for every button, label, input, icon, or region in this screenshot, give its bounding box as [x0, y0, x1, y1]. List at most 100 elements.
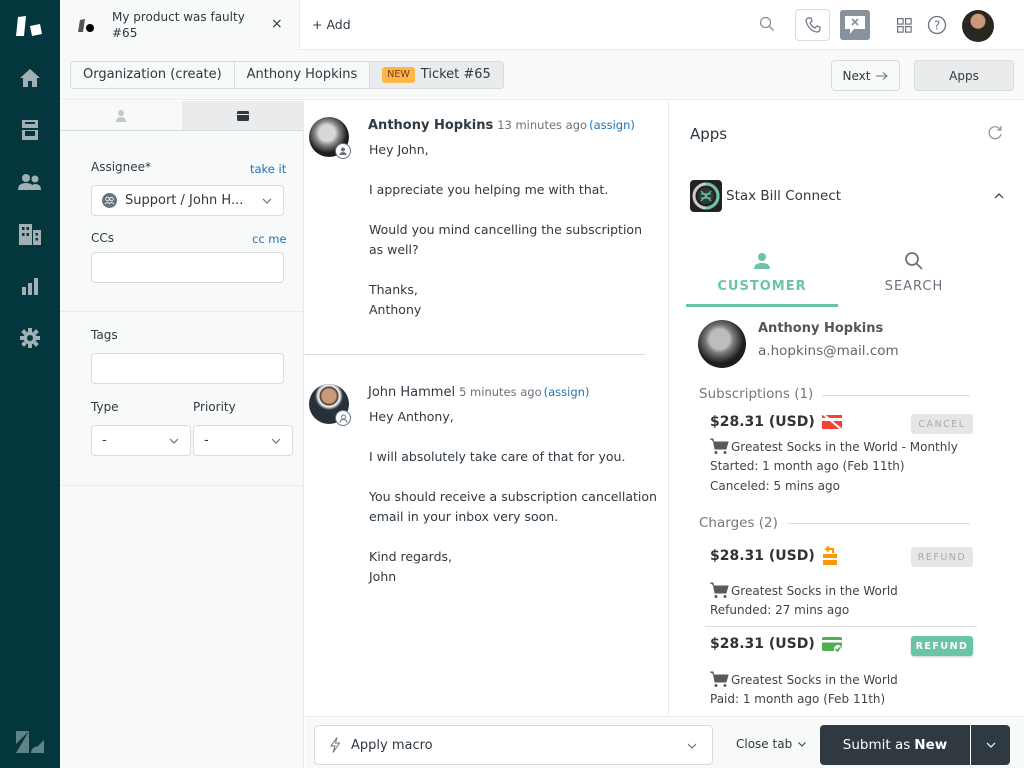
message-author[interactable]: Anthony Hopkins [368, 118, 493, 133]
customer-name: Anthony Hopkins [758, 321, 884, 336]
assignee-select[interactable]: Support / John H... [91, 185, 284, 216]
conversation-panel: Anthony Hopkins 13 minutes ago (assign) He… [305, 101, 669, 716]
phone-button[interactable] [795, 9, 830, 41]
cc-me-link[interactable]: cc me [252, 232, 287, 246]
message-line [369, 467, 664, 487]
agent-badge [335, 410, 351, 426]
message-line: I appreciate you helping me with that. [369, 182, 609, 197]
tab-customer[interactable]: CUSTOMER [686, 249, 838, 307]
charge-product: Greatest Socks in the World [710, 582, 898, 599]
charge-price-text: $28.31 (USD) [710, 548, 815, 564]
message-line [369, 527, 664, 547]
type-select[interactable]: - [91, 425, 191, 456]
plus-icon: + [312, 17, 323, 32]
nav-views[interactable] [18, 118, 42, 142]
priority-value: - [204, 433, 209, 448]
group-icon [102, 193, 117, 208]
chevron-down-icon [271, 438, 281, 444]
submit-status: New [914, 737, 948, 753]
subscription-price-text: $28.31 (USD) [710, 414, 815, 430]
breadcrumb-requester[interactable]: Anthony Hopkins [234, 62, 371, 88]
priority-select[interactable]: - [193, 425, 293, 456]
priority-label: Priority [193, 400, 236, 414]
chat-button[interactable] [840, 10, 870, 40]
home-icon [20, 69, 40, 87]
message-author[interactable]: John Hammel [368, 385, 455, 400]
stax-bill-logo [690, 180, 722, 212]
chevron-up-icon[interactable] [993, 190, 1005, 202]
message-line: as well? [369, 242, 419, 257]
message-line: Would you mind cancelling the subscripti… [369, 222, 642, 237]
apps-button[interactable]: Apps [914, 60, 1014, 91]
submit-prefix: Submit as [842, 737, 911, 753]
refund-button[interactable]: REFUND [911, 636, 973, 656]
message-line: email in your inbox very soon. [369, 509, 559, 524]
nav-customers[interactable] [18, 170, 42, 194]
message-line [369, 427, 664, 447]
message-line [369, 160, 664, 180]
submit-options-button[interactable] [971, 725, 1010, 765]
subscription-product-text: Greatest Socks in the World - Monthly [731, 439, 958, 454]
message-divider [305, 354, 645, 355]
tab-ticket-properties[interactable] [181, 101, 304, 130]
divider [60, 485, 304, 486]
submit-button[interactable]: Submit as New [820, 725, 970, 765]
chevron-down-icon [986, 742, 995, 748]
subscription-started: Started: 1 month ago (Feb 11th) [710, 459, 905, 473]
person-icon [754, 253, 770, 269]
ticket-tab-title: My product was faulty [112, 10, 245, 24]
cart-icon [710, 671, 729, 687]
apply-macro-label: Apply macro [351, 737, 433, 753]
apply-macro-select[interactable]: Apply macro [314, 725, 713, 765]
customer-avatar [698, 320, 746, 368]
divider [60, 311, 304, 312]
breadcrumb-ticket[interactable]: NEW Ticket #65 [370, 62, 503, 88]
nav-organizations[interactable] [18, 222, 42, 246]
type-value: - [102, 433, 107, 448]
user-avatar[interactable] [962, 10, 994, 42]
charge-price-text: $28.31 (USD) [710, 636, 815, 652]
refresh-icon[interactable] [987, 125, 1003, 141]
message-line: You should receive a subscription cancel… [369, 489, 657, 504]
chat-off-icon [845, 16, 865, 34]
close-tab-menu[interactable]: Close tab [736, 737, 807, 751]
charge-product: Greatest Socks in the World [710, 671, 898, 688]
ccs-input[interactable] [91, 252, 284, 283]
cart-icon [710, 582, 729, 598]
tags-label: Tags [91, 328, 118, 342]
add-tab-button[interactable]: + Add [312, 17, 351, 32]
assign-link[interactable]: (assign) [589, 118, 635, 132]
breadcrumb-organization[interactable]: Organization (create) [71, 62, 235, 88]
nav-admin[interactable] [18, 326, 42, 350]
next-button[interactable]: Next [831, 60, 900, 91]
customer-email: a.hopkins@mail.com [758, 343, 899, 359]
tab-user[interactable] [60, 101, 182, 130]
cancel-subscription-button[interactable]: CANCEL [911, 414, 973, 434]
charge-divider [705, 626, 977, 627]
section-divider [822, 395, 970, 396]
product-tray-icon[interactable] [897, 18, 912, 33]
tab-search-label: SEARCH [884, 279, 944, 294]
tags-input[interactable] [91, 353, 284, 384]
ticket-tab-number: #65 [112, 26, 138, 40]
card-paid-icon [821, 637, 842, 653]
take-it-link[interactable]: take it [250, 162, 286, 176]
ticket-tab[interactable]: My product was faulty #65 × [60, 0, 300, 50]
message-line: Hey Anthony, [369, 409, 454, 424]
nav-home[interactable] [18, 66, 42, 90]
tab-search[interactable]: SEARCH [838, 249, 990, 307]
search-icon[interactable] [759, 16, 775, 32]
chevron-down-icon [169, 438, 179, 444]
gear-icon [20, 328, 40, 348]
stax-bill-app-header[interactable]: Stax Bill Connect [690, 180, 1005, 212]
assign-link[interactable]: (assign) [544, 385, 590, 399]
zendesk-agent-workspace: My product was faulty #65 × + Add ? Orga… [0, 0, 1024, 768]
message-line: I will absolutely take care of that for … [369, 449, 626, 464]
zendesk-product-logo[interactable] [16, 14, 44, 38]
charge-status: Paid: 1 month ago (Feb 11th) [710, 692, 886, 706]
breadcrumb: Organization (create) Anthony Hopkins NE… [70, 61, 504, 89]
close-tab-icon[interactable]: × [271, 16, 283, 32]
nav-reporting[interactable] [18, 274, 42, 298]
refund-button-disabled[interactable]: REFUND [911, 547, 973, 567]
help-icon[interactable]: ? [927, 15, 947, 35]
